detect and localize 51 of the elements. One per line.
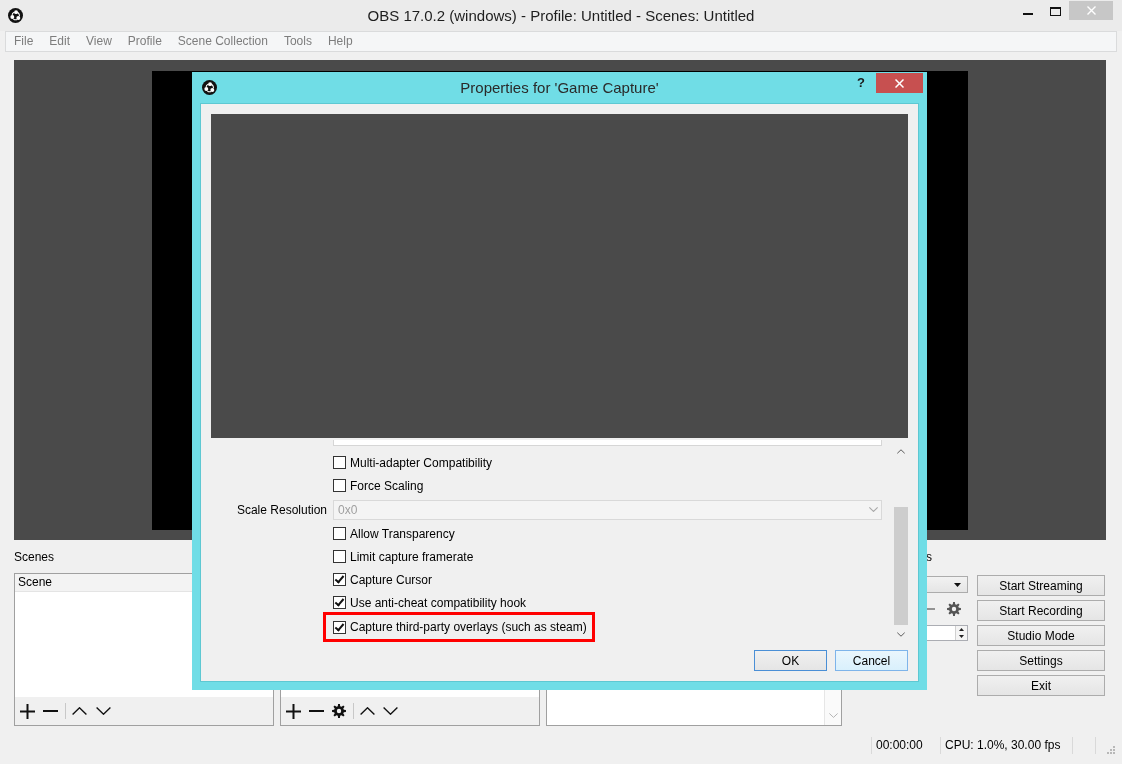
chevron-down-icon[interactable]	[383, 707, 398, 715]
push-button[interactable]: Start Streaming	[977, 575, 1105, 596]
checkbox[interactable]	[333, 573, 346, 586]
chevron-down-icon	[868, 507, 878, 512]
push-button[interactable]: OK	[754, 650, 827, 671]
dialog-title: Properties for 'Game Capture'	[460, 79, 659, 96]
input-field[interactable]	[333, 440, 882, 446]
checkbox-label: Limit capture framerate	[350, 549, 474, 564]
close-icon	[1086, 6, 1096, 15]
maximize-icon[interactable]	[1050, 7, 1061, 16]
push-button[interactable]: Studio Mode	[977, 625, 1105, 646]
app-logo-icon	[202, 80, 217, 95]
timer-text: 00:00:00	[875, 737, 924, 754]
checkbox-label: Capture third-party overlays (such as steam)	[350, 620, 587, 634]
checkbox-label: Force Scaling	[350, 478, 424, 493]
caret-down-icon	[954, 582, 961, 587]
app-logo-icon	[8, 8, 23, 23]
chevron-up-icon[interactable]	[360, 707, 375, 715]
checkbox[interactable]	[333, 596, 346, 609]
push-button[interactable]: Settings	[977, 650, 1105, 671]
scrollbar-thumb[interactable]	[894, 507, 908, 625]
checkbox[interactable]	[333, 550, 346, 563]
close-icon	[895, 78, 904, 88]
checkbox-label: Multi-adapter Compatibility	[350, 455, 493, 470]
chevron-up-icon[interactable]	[72, 707, 87, 715]
help-button[interactable]: ?	[857, 73, 865, 93]
checkbox[interactable]	[333, 479, 346, 492]
settings-icon[interactable]	[947, 602, 961, 616]
plus-icon[interactable]	[286, 703, 301, 719]
settings-icon[interactable]	[332, 704, 346, 718]
caret-down-icon[interactable]	[959, 635, 964, 638]
checkbox-label: Allow Transparency	[350, 526, 455, 541]
stats-text: CPU: 1.0%, 30.00 fps	[944, 737, 1062, 754]
spin-box[interactable]	[926, 625, 968, 641]
push-button[interactable]: Cancel	[835, 650, 908, 671]
checkbox-label: Use anti-cheat compatibility hook	[350, 595, 527, 610]
field-label: Scale Resolution	[236, 502, 327, 517]
push-button[interactable]: Start Recording	[977, 600, 1105, 621]
checkbox-label: Capture Cursor	[350, 572, 433, 587]
plus-icon[interactable]	[20, 703, 35, 719]
checkbox[interactable]	[333, 620, 346, 634]
resize-grip-icon[interactable]	[1106, 745, 1115, 754]
push-button[interactable]: Exit	[977, 675, 1105, 696]
panel-label: Scenes	[14, 549, 55, 565]
caret-up-icon[interactable]	[959, 628, 964, 631]
checkbox[interactable]	[333, 527, 346, 540]
dropdown[interactable]	[926, 576, 968, 593]
window-title: OBS 17.0.2 (windows) - Profile: Untitled - Scenes: Untitled	[367, 6, 755, 26]
panel-label: s	[926, 549, 932, 565]
chevron-down-icon[interactable]	[96, 707, 111, 715]
checkbox[interactable]	[333, 456, 346, 469]
